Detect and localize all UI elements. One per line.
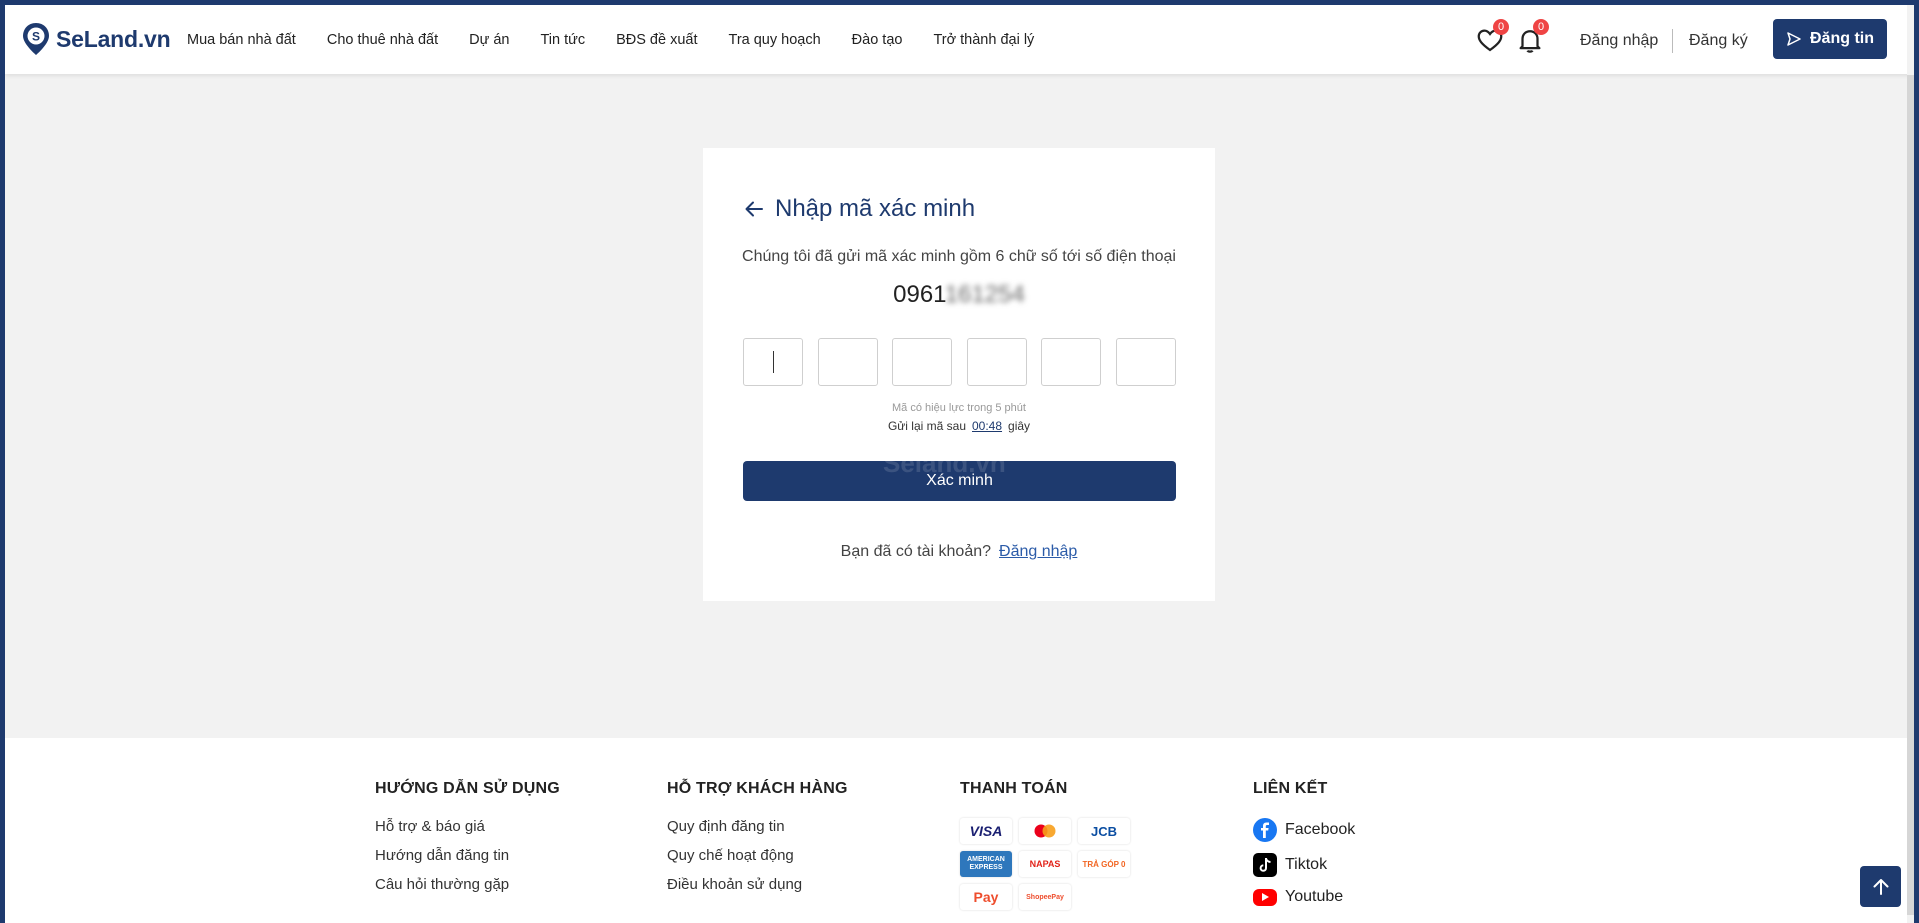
footer-link[interactable]: Quy định đăng tin [667,818,848,835]
social-tiktok[interactable]: Tiktok [1253,853,1355,877]
nav-item-tin-tuc[interactable]: Tin tức [540,32,585,48]
header-divider [1672,29,1673,53]
logo[interactable]: S SeLand.vn [21,22,171,56]
have-account-row: Bạn đã có tài khoản? Đăng nhập [703,543,1215,561]
post-listing-button[interactable]: Đăng tin [1773,19,1887,59]
footer-link[interactable]: Quy chế hoạt động [667,847,848,864]
social-facebook-label: Facebook [1285,821,1356,838]
otp-digit-5[interactable] [1041,338,1101,386]
scrollbar-thumb[interactable] [1907,75,1914,915]
text-caret [772,351,774,373]
nav-item-dai-ly[interactable]: Trở thành đại lý [933,32,1034,48]
footer-col-payment: THANH TOÁN VISA JCB AMERICAN EXPRESS NAP… [960,780,1130,910]
phone-hidden: 161254 [944,281,1025,308]
header-register-link[interactable]: Đăng ký [1689,32,1748,50]
footer-link[interactable]: Điều khoản sử dụng [667,876,848,893]
footer-guide-title: HƯỚNG DẪN SỬ DỤNG [375,780,560,797]
verify-button[interactable]: Xác minh [743,461,1176,501]
youtube-icon [1253,888,1277,906]
logo-pin-icon: S [23,23,49,55]
resend-timer[interactable]: 00:48 [972,419,1002,433]
payment-logo-shopeepay: ShopeePay [1019,884,1071,910]
social-youtube-label: Youtube [1285,888,1344,905]
logo-text: SeLand.vn [56,25,171,52]
payment-logo-pay: Pay [960,884,1012,910]
social-tiktok-label: Tiktok [1285,856,1328,873]
nav-item-du-an[interactable]: Dự án [469,32,509,48]
footer-col-support: HỖ TRỢ KHÁCH HÀNG Quy định đăng tin Quy … [667,780,848,905]
notifications-button[interactable]: 0 [1515,19,1549,55]
favorites-button[interactable]: 0 [1475,19,1509,55]
site-footer: HƯỚNG DẪN SỬ DỤNG Hỗ trợ & báo giá Hướng… [5,738,1914,923]
site-header: S SeLand.vn Mua bán nhà đất Cho thuê nhà… [5,5,1914,74]
post-listing-label: Đăng tin [1810,30,1874,47]
payment-logo-jcb: JCB [1078,818,1130,844]
payment-logo-amex: AMERICAN EXPRESS [960,851,1012,877]
browser-viewport: S SeLand.vn Mua bán nhà đất Cho thuê nhà… [5,5,1914,923]
notifications-badge: 0 [1533,19,1549,35]
otp-digit-4[interactable] [966,338,1027,386]
footer-payment-title: THANH TOÁN [960,780,1068,797]
otp-digit-2[interactable] [817,338,878,386]
header-login-link[interactable]: Đăng nhập [1580,32,1658,50]
arrow-up-icon [1873,878,1888,895]
validity-note: Mã có hiệu lực trong 5 phút [892,402,1026,414]
social-facebook[interactable]: Facebook [1253,818,1355,842]
scroll-to-top-button[interactable] [1860,866,1901,907]
otp-inputs [743,338,1176,386]
payment-logo-napas: NAPAS [1019,851,1071,877]
have-account-text: Bạn đã có tài khoản? [840,543,992,560]
svg-text:S: S [32,30,40,44]
otp-digit-6[interactable] [1115,338,1176,386]
verify-title-row: Nhập mã xác minh [743,195,975,223]
footer-link[interactable]: Hỗ trợ & báo giá [375,818,560,835]
favorites-badge: 0 [1493,19,1509,35]
nav-item-dao-tao[interactable]: Đào tạo [852,32,903,48]
footer-links-title: LIÊN KẾT [1253,780,1328,797]
phone-number: 0961161254 [703,281,1215,309]
payment-logo-mastercard [1019,818,1071,844]
resend-prefix: Gửi lại mã sau [887,419,966,433]
social-youtube[interactable]: Youtube [1253,888,1355,906]
verify-button-label: Xác minh [926,472,993,489]
footer-col-links: LIÊN KẾT Facebook Tiktok Youtube [1253,780,1355,917]
scrollbar[interactable] [1907,5,1914,923]
send-icon [1787,32,1801,46]
phone-prefix: 0961 [893,281,945,308]
otp-digit-3[interactable] [892,338,952,386]
payment-logo-tragop: TRẢ GÓP 0 [1078,851,1130,877]
nav-item-tra-quy-hoach[interactable]: Tra quy hoạch [729,32,821,48]
login-link[interactable]: Đăng nhập [999,543,1077,560]
footer-link[interactable]: Câu hỏi thường gặp [375,876,560,893]
resend-row: Gửi lại mã sau 00:48 giây [703,419,1215,433]
mastercard-icon [1034,824,1056,838]
arrow-left-icon[interactable] [743,198,765,220]
footer-support-title: HỖ TRỢ KHÁCH HÀNG [667,780,848,797]
verify-description: Chúng tôi đã gửi mã xác minh gồm 6 chữ s… [742,248,1176,265]
main-nav: Mua bán nhà đất Cho thuê nhà đất Dự án T… [187,5,1065,74]
footer-link[interactable]: Hướng dẫn đăng tin [375,847,560,864]
facebook-icon [1253,818,1277,842]
nav-item-bds-de-xuat[interactable]: BĐS đề xuất [616,32,697,48]
otp-digit-1[interactable] [743,338,803,386]
payment-methods: VISA JCB AMERICAN EXPRESS NAPAS TRẢ GÓP … [960,818,1130,910]
resend-suffix: giây [1008,419,1031,433]
page-title: Nhập mã xác minh [775,195,976,222]
nav-item-mua-ban[interactable]: Mua bán nhà đất [187,32,296,48]
verify-card: Nhập mã xác minh Chúng tôi đã gửi mã xác… [703,148,1215,601]
nav-item-cho-thue[interactable]: Cho thuê nhà đất [327,32,438,48]
tiktok-icon [1253,853,1277,877]
payment-logo-visa: VISA [960,818,1012,844]
footer-col-guide: HƯỚNG DẪN SỬ DỤNG Hỗ trợ & báo giá Hướng… [375,780,560,905]
